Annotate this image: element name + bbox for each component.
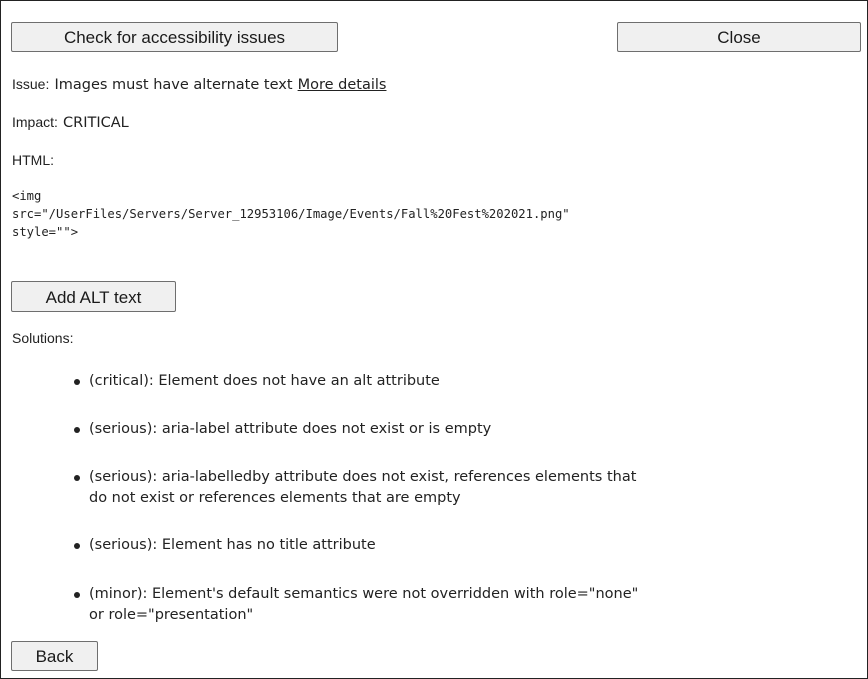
solution-line: (serious): Element has no title attribut…	[89, 537, 376, 553]
bullet-icon	[74, 475, 80, 481]
solution-line: or role="presentation"	[89, 607, 254, 623]
solution-line: (critical): Element does not have an alt…	[89, 373, 440, 389]
more-details-link[interactable]: More details	[298, 77, 387, 93]
solution-line: (serious): aria-labelledby attribute doe…	[89, 469, 637, 485]
impact-value: CRITICAL	[63, 115, 129, 131]
solution-line: (minor): Element's default semantics wer…	[89, 586, 639, 602]
issue-row: Issue: Images must have alternate text M…	[12, 74, 386, 93]
solution-text: (critical): Element does not have an alt…	[89, 371, 868, 392]
solution-line: (serious): aria-label attribute does not…	[89, 421, 492, 437]
impact-row: Impact: CRITICAL	[12, 112, 129, 131]
issue-text: Images must have alternate text	[54, 77, 293, 93]
code-line: <img	[12, 189, 42, 203]
solution-text: (serious): aria-labelledby attribute doe…	[89, 467, 868, 509]
check-accessibility-button[interactable]: Check for accessibility issues	[11, 22, 338, 52]
solutions-row: Solutions:	[12, 328, 73, 347]
accessibility-checker-panel: Check for accessibility issues Close Iss…	[0, 0, 868, 679]
impact-label: Impact:	[12, 114, 58, 130]
bullet-icon	[74, 427, 80, 433]
bullet-icon	[74, 543, 80, 549]
solution-line: do not exist or references elements that…	[89, 490, 461, 506]
bullet-icon	[74, 379, 80, 385]
add-alt-text-button[interactable]: Add ALT text	[11, 281, 176, 312]
html-code-snippet: <img src="/UserFiles/Servers/Server_1295…	[12, 187, 570, 241]
code-line: style="">	[12, 225, 79, 239]
solution-text: (serious): aria-label attribute does not…	[89, 419, 868, 440]
back-button[interactable]: Back	[11, 641, 98, 671]
issue-label: Issue:	[12, 76, 50, 92]
solution-text: (minor): Element's default semantics wer…	[89, 584, 868, 626]
html-row: HTML:	[12, 150, 54, 169]
solutions-label: Solutions:	[12, 330, 74, 346]
solution-text: (serious): Element has no title attribut…	[89, 535, 868, 556]
html-label: HTML:	[12, 152, 54, 168]
code-line: src="/UserFiles/Servers/Server_12953106/…	[12, 207, 570, 221]
bullet-icon	[74, 592, 80, 598]
close-button[interactable]: Close	[617, 22, 861, 52]
